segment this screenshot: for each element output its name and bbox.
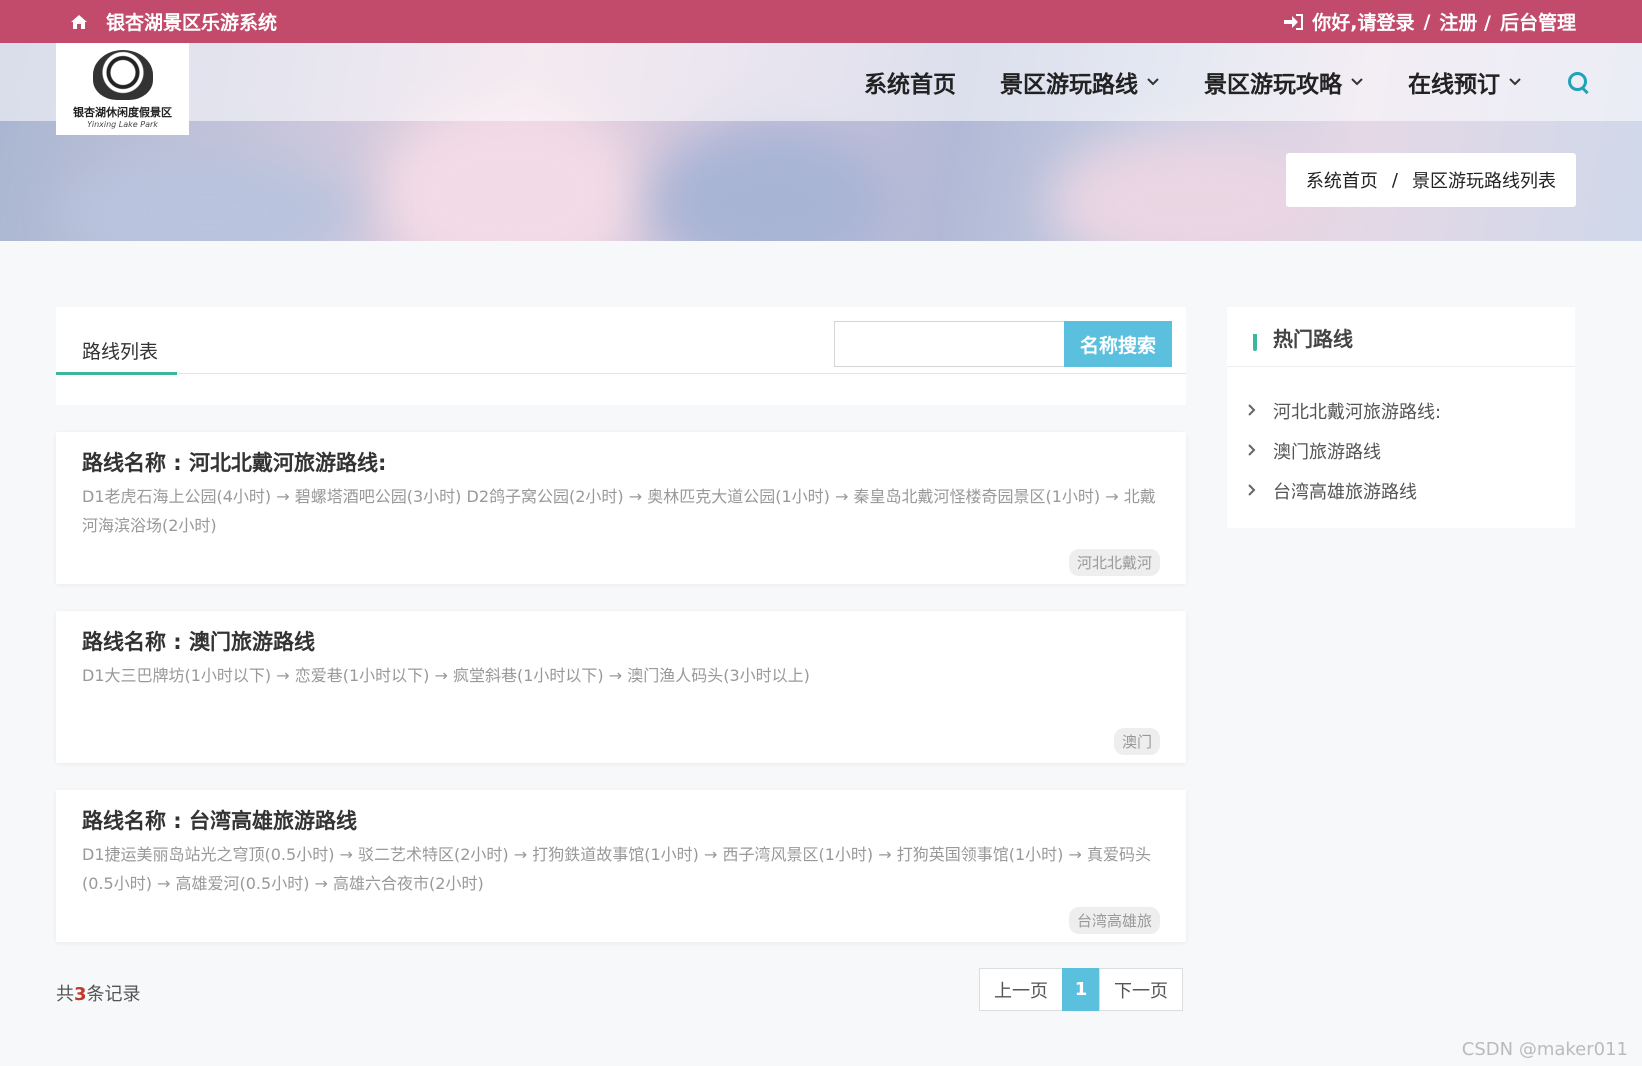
- nav-item-guides[interactable]: 景区游玩攻略: [1204, 65, 1364, 99]
- hot-route-label[interactable]: 台湾高雄旅游路线: [1273, 478, 1417, 504]
- chevron-right-icon: [1247, 442, 1257, 461]
- route-tag: 河北北戴河: [1068, 549, 1160, 576]
- record-count: 共3条记录: [56, 980, 141, 1006]
- nav-item-routes[interactable]: 景区游玩路线: [1000, 65, 1160, 99]
- separator: /: [1423, 10, 1431, 33]
- home-icon: [71, 14, 87, 29]
- nav-item-booking[interactable]: 在线预订: [1408, 65, 1522, 99]
- route-card[interactable]: 路线名称 : 台湾高雄旅游路线 D1捷运美丽岛站光之穹顶(0.5小时) → 驳二…: [56, 790, 1186, 942]
- breadcrumb-home[interactable]: 系统首页: [1306, 167, 1378, 193]
- nav-item-home[interactable]: 系统首页: [864, 65, 956, 99]
- nav-label: 在线预订: [1408, 72, 1500, 98]
- logo-subtext: Yinxing Lake Park: [87, 119, 158, 129]
- search-input[interactable]: [834, 321, 1064, 367]
- pagination: 上一页 1 下一页: [979, 968, 1183, 1011]
- route-title[interactable]: 路线名称 : 河北北戴河旅游路线:: [82, 447, 386, 477]
- next-page-button[interactable]: 下一页: [1099, 968, 1183, 1011]
- login-icon: [1284, 13, 1304, 30]
- breadcrumb: 系统首页 / 景区游玩路线列表: [1285, 153, 1576, 207]
- tab-divider: [56, 373, 1186, 374]
- route-card[interactable]: 路线名称 : 澳门旅游路线 D1大三巴牌坊(1小时以下) → 恋爱巷(1小时以下…: [56, 611, 1186, 763]
- hot-route-item[interactable]: 台湾高雄旅游路线: [1247, 471, 1441, 511]
- record-count-number: 3: [74, 984, 87, 1005]
- hot-routes-list: 河北北戴河旅游路线: 澳门旅游路线 台湾高雄旅游路线: [1247, 391, 1441, 511]
- record-count-suffix: 条记录: [86, 984, 141, 1005]
- page-1-button[interactable]: 1: [1062, 968, 1100, 1011]
- chevron-down-icon: [1508, 75, 1522, 91]
- tab-route-list[interactable]: 路线列表: [82, 337, 158, 364]
- route-description: D1捷运美丽岛站光之穹顶(0.5小时) → 驳二艺术特区(2小时) → 打狗鉄道…: [82, 845, 1151, 893]
- chevron-right-icon: [1247, 482, 1257, 501]
- chevron-right-icon: [1247, 402, 1257, 421]
- hot-route-item[interactable]: 河北北戴河旅游路线:: [1247, 391, 1441, 431]
- record-count-prefix: 共: [56, 984, 74, 1005]
- section-marker-icon: [1253, 327, 1257, 351]
- route-title[interactable]: 路线名称 : 澳门旅游路线: [82, 626, 315, 656]
- register-link[interactable]: 注册 /: [1439, 8, 1491, 35]
- watermark: CSDN @maker011: [1461, 1039, 1628, 1060]
- route-description: D1大三巴牌坊(1小时以下) → 恋爱巷(1小时以下) → 疯堂斜巷(1小时以下…: [82, 666, 810, 685]
- chevron-down-icon: [1350, 75, 1364, 91]
- route-list-header: 路线列表 名称搜索: [56, 307, 1186, 405]
- hot-routes-title: 热门路线: [1273, 327, 1353, 351]
- breadcrumb-current: 景区游玩路线列表: [1412, 171, 1556, 192]
- search-icon[interactable]: [1566, 70, 1590, 94]
- login-link[interactable]: 你好,请登录: [1312, 8, 1414, 35]
- route-card[interactable]: 路线名称 : 河北北戴河旅游路线: D1老虎石海上公园(4小时) → 碧螺塔酒吧…: [56, 432, 1186, 584]
- site-name: 银杏湖景区乐游系统: [106, 12, 278, 34]
- top-bar: 银杏湖景区乐游系统 你好,请登录 / 注册 / 后台管理: [0, 0, 1642, 43]
- route-tag: 澳门: [1113, 728, 1160, 755]
- nav-label: 景区游玩路线: [1000, 72, 1138, 98]
- logo-emblem-icon: [92, 49, 153, 100]
- logo-text: 银杏湖休闲度假景区: [73, 105, 172, 119]
- hot-routes-header: 热门路线: [1227, 307, 1575, 367]
- hot-route-label[interactable]: 澳门旅游路线: [1273, 438, 1381, 464]
- route-tag: 台湾高雄旅: [1068, 907, 1160, 934]
- hot-routes-panel: 热门路线 河北北戴河旅游路线: 澳门旅游路线 台湾高雄旅游路线: [1227, 307, 1575, 528]
- tab-active-indicator: [56, 372, 177, 375]
- prev-page-button[interactable]: 上一页: [979, 968, 1063, 1011]
- header-banner: 银杏湖休闲度假景区 Yinxing Lake Park 系统首页 景区游玩路线 …: [0, 43, 1642, 241]
- user-links: 你好,请登录 / 注册 / 后台管理: [1283, 0, 1576, 43]
- site-home-link[interactable]: 银杏湖景区乐游系统: [70, 0, 277, 43]
- hot-route-item[interactable]: 澳门旅游路线: [1247, 431, 1441, 471]
- breadcrumb-separator: /: [1391, 169, 1398, 191]
- nav-label: 系统首页: [864, 72, 956, 98]
- main-nav: 系统首页 景区游玩路线 景区游玩攻略 在线预订: [864, 43, 1590, 121]
- site-logo[interactable]: 银杏湖休闲度假景区 Yinxing Lake Park: [56, 43, 189, 135]
- search-button[interactable]: 名称搜索: [1064, 321, 1172, 367]
- hot-route-label[interactable]: 河北北戴河旅游路线:: [1273, 398, 1441, 424]
- route-description: D1老虎石海上公园(4小时) → 碧螺塔酒吧公园(3小时) D2鸽子窝公园(2小…: [82, 487, 1156, 535]
- chevron-down-icon: [1146, 75, 1160, 91]
- nav-label: 景区游玩攻略: [1204, 72, 1342, 98]
- admin-link[interactable]: 后台管理: [1500, 8, 1576, 35]
- route-title[interactable]: 路线名称 : 台湾高雄旅游路线: [82, 805, 357, 835]
